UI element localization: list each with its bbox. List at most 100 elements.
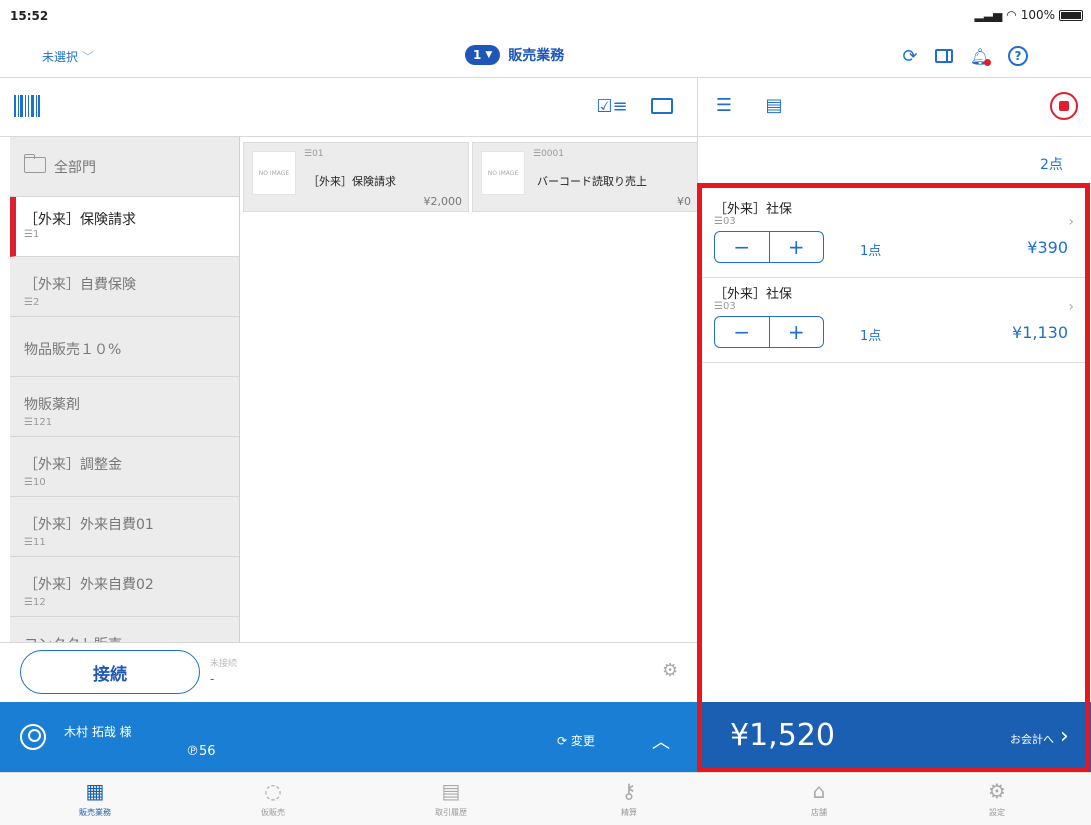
category-code: ☰12 [24,597,46,608]
category-code: ☰10 [24,477,46,488]
history-book-icon: ▤ [441,779,461,803]
wifi-icon: ◠ [1006,8,1017,22]
tab-label: 精算 [621,808,637,817]
category-code: ☰2 [24,297,40,308]
chevron-up-icon[interactable]: ︿ [652,728,670,754]
connection-status: 未接続 [210,659,238,669]
barcode-icon[interactable] [14,95,40,117]
product-code: ☰0001 [533,149,564,159]
category-item[interactable]: ［外来］保険請求 ☰1 [10,197,239,257]
user-avatar-icon [20,724,46,750]
status-time: 15:52 [10,9,49,23]
cart-item-code: ☰03 [714,216,736,227]
customer-name: 木村 拓哉 様 [64,725,132,739]
product-tile[interactable]: NO IMAGE ☰0001 バーコード読取り売上 ¥0 [472,142,698,212]
status-bar: 15:52 ▂▃▅ ◠ 100% [0,0,1091,30]
category-code: ☰1 [24,229,40,240]
tab-bar [0,772,1091,825]
page-title: 販売業務 [508,48,565,64]
chevron-down-icon: ﹀ [81,50,94,64]
key-icon: ⚷ [621,779,637,803]
cart-total: ¥1,520 [730,718,835,753]
register-number-badge[interactable]: 1 ▼ [465,45,501,65]
receipt-history-icon[interactable]: ▤ [760,93,788,117]
help-icon[interactable]: ? [1006,44,1030,68]
connection-value: - [210,672,215,686]
register-number: 1 [473,48,482,62]
increment-button[interactable]: + [770,317,824,347]
category-name: ［外来］保険請求 [24,212,136,228]
category-item[interactable]: 全部門 [10,137,239,197]
notification-dot [984,59,991,66]
category-item[interactable]: ［外来］自費保険 ☰2 [10,257,239,317]
tab-label: 販売業務 [79,808,111,817]
register-icon: ▦ [85,779,105,803]
cart-item-name: ［外来］社保 [714,287,793,302]
tab-label: 仮販売 [261,808,285,817]
category-item[interactable]: 物品販売１０% [10,317,239,377]
product-name: ［外来］保険請求 [308,175,396,188]
status-right: ▂▃▅ ◠ 100% [975,8,1083,22]
split-view-icon[interactable] [932,44,956,68]
chevron-right-icon: › [1060,724,1069,749]
quantity-stepper[interactable]: − + [714,316,824,348]
category-code: ☰11 [24,537,46,548]
category-item[interactable]: ［外来］調整金 ☰10 [10,437,239,497]
category-item[interactable]: ［外来］外来自費01 ☰11 [10,497,239,557]
add-list-icon[interactable]: ☰ [710,93,738,117]
register-title[interactable]: 1 ▼ 販売業務 [465,45,564,65]
checklist-icon[interactable]: ☑︎≡ [596,94,627,118]
tab-transaction-history[interactable]: ▤ 取引履歴 [406,778,496,818]
category-name: 物品販売１０% [24,342,122,358]
product-price: ¥2,000 [423,195,463,208]
checkout-button[interactable]: お会計へ › [1010,724,1069,749]
folder-icon [24,154,46,173]
category-item[interactable]: ［外来］外来自費02 ☰12 [10,557,239,617]
quantity-stepper[interactable]: − + [714,231,824,263]
decrement-button[interactable]: − [715,317,770,347]
cart-line-item[interactable]: ［外来］社保 ☰03 › − + 1点 ¥390 [700,188,1088,278]
tab-sales[interactable]: ▦ 販売業務 [50,778,140,818]
cart-line-item[interactable]: ［外来］社保 ☰03 › − + 1点 ¥1,130 [700,273,1088,363]
tab-store[interactable]: ⌂ 店舗 [774,778,864,818]
category-item[interactable]: コンタクト販売 [10,617,239,642]
settings-gear-icon: ⚙ [988,779,1006,803]
cart-item-name: ［外来］社保 [714,202,793,217]
stop-recording-icon[interactable] [1050,92,1078,120]
tab-settings[interactable]: ⚙ 設定 [952,778,1042,818]
notification-bell-icon[interactable]: 🔔︎ [968,44,992,68]
tab-label: 設定 [989,808,1005,817]
gear-icon[interactable]: ⚙ [662,660,678,681]
tab-temporary-sales[interactable]: ◌ 仮販売 [228,778,318,818]
folder-icon[interactable] [648,94,676,118]
cart-item-count: 2点 [1040,157,1063,173]
connect-button[interactable]: 接続 [20,650,200,694]
category-name: ［外来］外来自費01 [24,517,154,533]
product-name: バーコード読取り売上 [537,175,647,188]
refresh-icon: ⟳ [557,734,568,748]
cart-item-price: ¥390 [1027,238,1068,257]
product-code: ☰01 [304,149,324,159]
increment-button[interactable]: + [770,232,824,262]
category-name: ［外来］外来自費02 [24,577,154,593]
product-image: NO IMAGE [481,151,525,195]
store-selector-label: 未選択 [42,50,79,64]
change-customer-button[interactable]: ⟳ 変更 [557,732,595,749]
tab-settlement[interactable]: ⚷ 精算 [584,778,674,818]
decrement-button[interactable]: − [715,232,770,262]
change-label: 変更 [570,734,595,748]
category-name: 全部門 [54,160,96,176]
tab-label: 店舗 [811,808,827,817]
product-tile[interactable]: NO IMAGE ☰01 ［外来］保険請求 ¥2,000 [243,142,469,212]
store-selector[interactable]: 未選択 ﹀ [42,48,94,65]
battery-icon [1059,9,1083,21]
store-home-icon: ⌂ [812,779,826,803]
category-name: ［外来］調整金 [24,457,122,473]
sync-icon[interactable]: ⟳ [898,44,922,68]
category-code: ☰121 [24,417,53,428]
category-item[interactable]: 物販薬剤 ☰121 [10,377,239,437]
product-price: ¥0 [677,195,691,208]
category-sidebar[interactable]: 全部門 ［外来］保険請求 ☰1 ［外来］自費保険 ☰2 物品販売１０% 物販薬剤… [10,137,240,642]
tab-label: 取引履歴 [435,808,467,817]
cart-item-qty: 1点 [860,329,882,344]
